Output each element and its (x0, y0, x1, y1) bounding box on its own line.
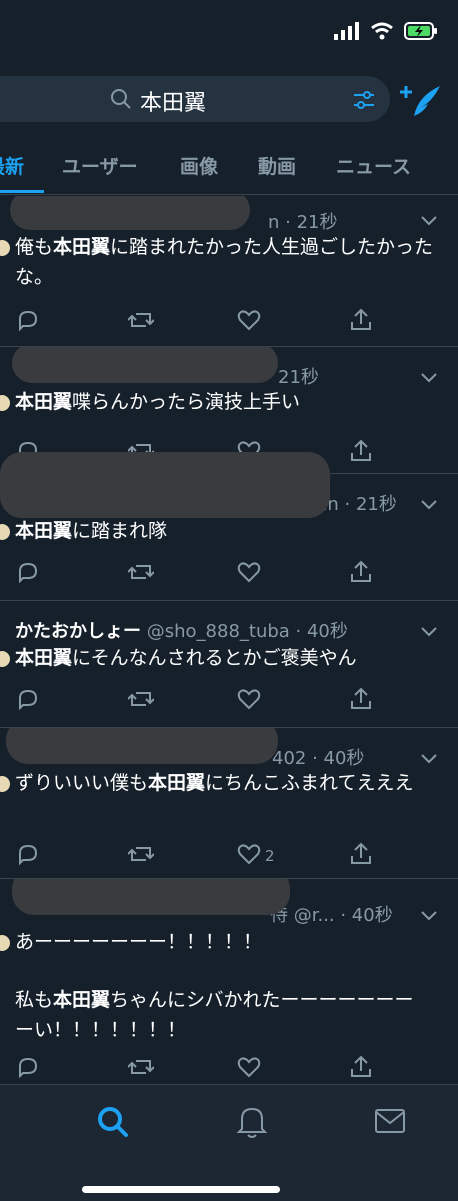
bell-icon[interactable] (236, 1105, 268, 1143)
like-icon (237, 842, 261, 870)
tweet-meta: 待 @r... · 40秒 (270, 905, 393, 926)
redacted-name (12, 347, 278, 383)
like-icon[interactable] (237, 560, 261, 584)
like-button[interactable]: 2 (237, 842, 275, 870)
tweet-text-part: に踏まれ隊 (72, 520, 168, 542)
tweet-text-part: にちんこふまれてえええ (205, 772, 414, 794)
avatar[interactable] (0, 651, 10, 667)
avatar[interactable] (0, 776, 10, 792)
search-icon[interactable] (96, 1105, 130, 1143)
tweet-actions: 2 (0, 842, 458, 872)
tweet-header: かたおかしょー @sho_888_tuba · 40秒 (15, 617, 348, 643)
display-name[interactable]: かたおかしょー (15, 621, 141, 642)
share-icon[interactable] (349, 439, 373, 463)
redacted-name (12, 879, 290, 915)
tweet-text: 本田翼喋らんかったら演技上手い (15, 387, 445, 417)
avatar[interactable] (0, 935, 10, 951)
tweet-meta: 402 · 40秒 (272, 748, 365, 769)
tab-images[interactable]: 画像 (180, 152, 218, 179)
chevron-down-icon[interactable] (420, 750, 438, 769)
avatar[interactable] (0, 395, 10, 411)
share-icon[interactable] (349, 560, 373, 584)
tweet-text-part: 喋らんかったら演技上手い (72, 391, 301, 413)
tweet-meta: n · 21秒 (268, 212, 338, 233)
active-tab-indicator (0, 190, 44, 193)
tweet-text: ずりいいい僕も本田翼にちんこふまれてえええ (15, 768, 415, 798)
compose-tweet-icon[interactable] (398, 82, 442, 122)
reply-icon[interactable] (16, 560, 40, 584)
user-handle[interactable]: @sho_888_tuba · 40秒 (147, 621, 348, 642)
share-icon[interactable] (349, 687, 373, 711)
chevron-down-icon[interactable] (420, 907, 438, 926)
chevron-down-icon[interactable] (420, 623, 438, 642)
chevron-down-icon[interactable] (420, 212, 438, 231)
tweet-actions (0, 308, 458, 338)
tweet-text-part: ずりいいい僕も (15, 772, 149, 794)
avatar[interactable] (0, 524, 10, 540)
redacted-name (10, 196, 250, 230)
like-count: 2 (265, 847, 275, 865)
search-keyword: 本田翼 (15, 647, 73, 669)
like-icon[interactable] (237, 308, 261, 332)
tab-videos[interactable]: 動画 (258, 152, 296, 179)
chevron-down-icon[interactable] (420, 496, 438, 515)
share-icon[interactable] (349, 1055, 373, 1079)
tab-news[interactable]: ニュース (336, 152, 411, 179)
tab-users[interactable]: ユーザー (62, 152, 138, 179)
reply-icon[interactable] (16, 1055, 40, 1079)
tweet-actions (0, 1055, 458, 1084)
search-keyword: 本田翼 (15, 391, 73, 413)
tweet-text-part: にそんなんされるとかご褒美やん (72, 647, 357, 669)
share-icon[interactable] (349, 842, 373, 866)
retweet-icon[interactable] (128, 560, 154, 584)
search-icon (110, 88, 132, 114)
bottom-nav (0, 1084, 458, 1201)
filter-icon[interactable] (352, 88, 376, 116)
tweet-meta: 21秒 (278, 367, 319, 388)
tweet[interactable]: n · 21秒 俺も本田翼に踏まれたかった人生過ごしたかったな。 (0, 196, 458, 347)
tweet[interactable]: かたおかしょー @sho_888_tuba · 40秒 本田翼にそんなんされると… (0, 601, 458, 728)
search-bar[interactable]: 本田翼 (0, 76, 390, 122)
search-tabs: 最新 ユーザー 画像 動画 ニュース (0, 140, 458, 195)
tweet-text-part: 私も (15, 989, 54, 1011)
tweet[interactable]: 待 @r... · 40秒 あーーーーーーー！！！！！ 私も本田翼ちゃんにシバか… (0, 879, 458, 1084)
search-query[interactable]: 本田翼 (140, 85, 206, 117)
tweet-text-part: 俺も (15, 236, 54, 258)
like-icon[interactable] (237, 1055, 261, 1079)
redacted-name (6, 728, 278, 764)
tweet-actions (0, 687, 458, 717)
battery-charging-icon (404, 22, 438, 44)
share-icon[interactable] (349, 308, 373, 332)
status-bar (0, 0, 458, 70)
tweet-text: 私も本田翼ちゃんにシバかれたーーーーーーーーい！！！！！！！ (15, 985, 425, 1045)
retweet-icon[interactable] (128, 842, 154, 866)
reply-icon[interactable] (16, 308, 40, 332)
retweet-icon[interactable] (128, 1055, 154, 1079)
like-icon[interactable] (237, 687, 261, 711)
tweet-text: 本田翼に踏まれ隊 (15, 516, 445, 546)
tweet-actions (0, 560, 458, 590)
avatar[interactable] (0, 240, 10, 256)
search-keyword: 本田翼 (148, 772, 206, 794)
retweet-icon[interactable] (128, 687, 154, 711)
redacted-name (0, 474, 330, 518)
mail-icon[interactable] (374, 1107, 406, 1139)
search-keyword: 本田翼 (53, 236, 111, 258)
tweet-text-line1: あーーーーーーー！！！！！ (15, 931, 263, 953)
tweet[interactable]: 402 · 40秒 ずりいいい僕も本田翼にちんこふまれてえええ 2 (0, 728, 458, 879)
chevron-down-icon[interactable] (420, 369, 438, 388)
wifi-icon (370, 22, 394, 44)
cellular-signal-icon (334, 22, 360, 44)
tweet-text: 俺も本田翼に踏まれたかった人生過ごしたかったな。 (15, 232, 445, 292)
search-keyword: 本田翼 (53, 989, 111, 1011)
home-indicator[interactable] (82, 1186, 280, 1193)
reply-icon[interactable] (16, 687, 40, 711)
tweet-text: 本田翼にそんなんされるとかご褒美やん (15, 643, 445, 673)
retweet-icon[interactable] (128, 308, 154, 332)
tab-latest[interactable]: 最新 (0, 152, 24, 179)
search-keyword: 本田翼 (15, 520, 73, 542)
reply-icon[interactable] (16, 842, 40, 866)
tweet[interactable]: nn · 21秒 本田翼に踏まれ隊 (0, 474, 458, 601)
